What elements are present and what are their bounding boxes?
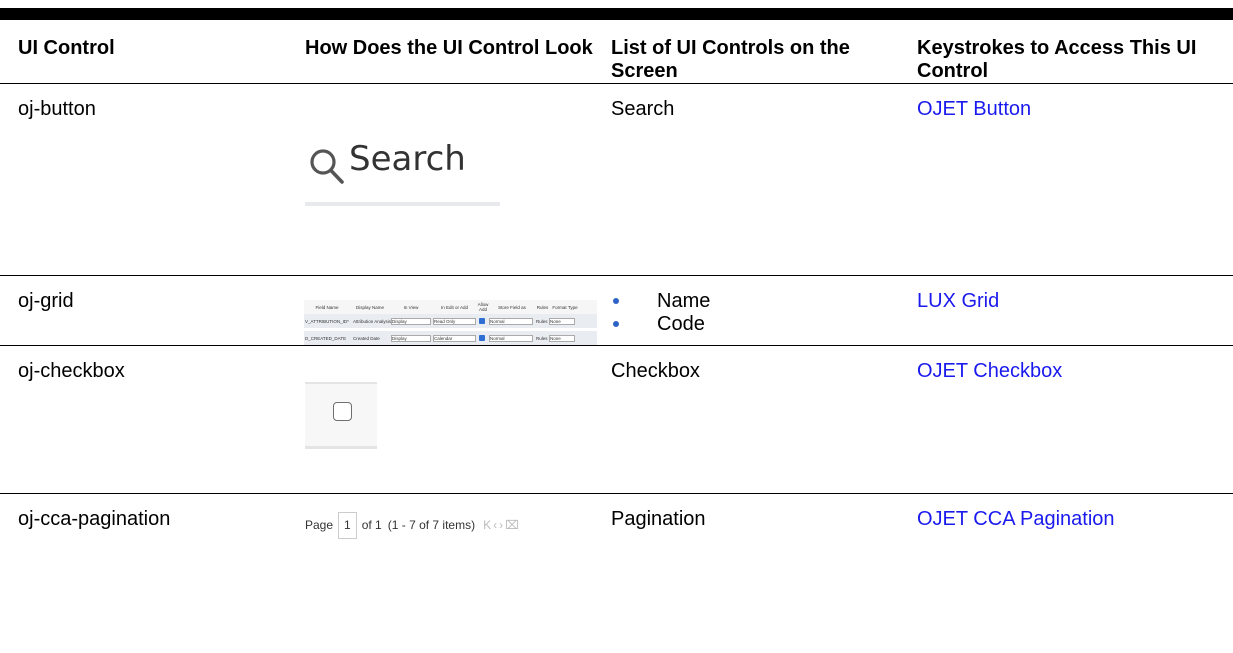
last-page-icon: ⌧ <box>505 518 521 532</box>
table-row: oj-grid Field Name Display Name In View … <box>0 276 1233 346</box>
grid-row: D_CREATED_DATE Created Date Display Cale… <box>304 331 597 345</box>
grid-select: Display <box>391 317 431 325</box>
grid-cell: Rules <box>536 318 548 324</box>
grid-header: Allow Add <box>477 302 489 312</box>
control-name: oj-button <box>18 98 96 120</box>
table-header-row: UI Control How Does the UI Control Look … <box>0 20 1233 84</box>
control-look-cell <box>305 346 611 494</box>
table-row: oj-cca-pagination Page 1 of 1 (1 - 7 of … <box>0 494 1233 583</box>
grid-row: V_ATTRIBUTION_ID* Attribution Analysis D… <box>304 314 597 328</box>
page-input: 1 <box>338 512 357 539</box>
checked-icon <box>479 317 485 324</box>
control-look-cell: Field Name Display Name In View In Edit … <box>304 276 611 346</box>
list-item-label: Name <box>657 290 711 312</box>
bullet-icon <box>613 298 619 304</box>
grid-checkbox-cell <box>479 317 489 325</box>
grid-header: Rules <box>536 304 549 310</box>
grid-cell: D_CREATED_DATE <box>305 335 347 341</box>
ojet-button-link[interactable]: OJET Button <box>917 98 1031 120</box>
control-name: oj-checkbox <box>18 360 125 382</box>
pagination-nav: K‹›⌧ <box>483 514 521 537</box>
grid-select: None <box>549 317 575 325</box>
search-underline <box>305 202 500 206</box>
header-control-look: How Does the UI Control Look <box>305 37 593 59</box>
controls-bullet-list: Name Code <box>611 290 917 336</box>
page-of-text: of 1 <box>361 518 382 532</box>
controls-list: Search <box>611 98 675 120</box>
items-range-text: (1 - 7 of 7 items) <box>387 518 476 532</box>
control-name: oj-grid <box>18 290 74 312</box>
first-page-icon: K <box>483 518 494 532</box>
list-item: Code <box>611 313 917 336</box>
list-item-label: Code <box>657 313 705 335</box>
grid-select: Display <box>391 334 431 342</box>
controls-list: Checkbox <box>611 360 700 382</box>
ui-controls-table: UI Control How Does the UI Control Look … <box>0 20 1233 583</box>
search-image-label: Search <box>349 139 466 179</box>
lux-grid-link[interactable]: LUX Grid <box>917 290 999 312</box>
grid-image: Field Name Display Name In View In Edit … <box>304 300 597 345</box>
grid-header-row: Field Name Display Name In View In Edit … <box>304 300 597 314</box>
ojet-checkbox-link[interactable]: OJET Checkbox <box>917 360 1062 382</box>
control-look-cell: Page 1 of 1 (1 - 7 of 7 items) K‹›⌧ <box>305 494 611 583</box>
grid-cell: V_ATTRIBUTION_ID* <box>305 318 349 324</box>
grid-header: Store Field as <box>498 304 526 310</box>
table-row: oj-checkbox Checkbox OJET Checkbox <box>0 346 1233 494</box>
grid-cell: Created Date <box>353 335 380 341</box>
checked-icon <box>479 334 485 341</box>
list-item: Name <box>611 290 917 313</box>
grid-header: In Edit or Add <box>440 304 469 310</box>
header-ui-control: UI Control <box>18 37 115 59</box>
pagination-image: Page 1 of 1 (1 - 7 of 7 items) K‹›⌧ <box>305 512 611 539</box>
page-label: Page <box>305 518 334 532</box>
grid-header: Display Name <box>355 304 384 310</box>
controls-list-cell: Name Code <box>611 276 917 346</box>
control-look-cell: Search <box>305 84 611 276</box>
checkbox-image <box>305 382 377 449</box>
grid-header: In View <box>403 304 419 310</box>
grid-cell: Attribution Analysis <box>353 318 391 324</box>
bullet-icon <box>613 321 619 327</box>
search-icon <box>310 149 344 184</box>
ojet-cca-pagination-link[interactable]: OJET CCA Pagination <box>917 508 1115 530</box>
grid-select: Normal <box>489 334 533 342</box>
grid-select: Calendar <box>433 334 476 342</box>
controls-list: Pagination <box>611 508 706 530</box>
grid-select: Read Only <box>433 317 476 325</box>
header-controls-list: List of UI Controls on the Screen <box>611 37 850 82</box>
control-name: oj-cca-pagination <box>18 508 171 530</box>
grid-header: Field Name <box>315 304 339 310</box>
search-button-image: Search <box>305 136 500 216</box>
grid-checkbox-cell <box>479 334 489 342</box>
table-row: oj-button Search Search OJET Button <box>0 84 1233 276</box>
grid-header: Format Type <box>552 304 578 310</box>
top-rule <box>0 8 1233 20</box>
grid-select: None <box>549 334 575 342</box>
grid-cell: Rules <box>536 335 548 341</box>
header-keystrokes: Keystrokes to Access This UI Control <box>917 37 1197 82</box>
checkbox-icon <box>333 402 352 421</box>
grid-select: Normal <box>489 317 533 325</box>
